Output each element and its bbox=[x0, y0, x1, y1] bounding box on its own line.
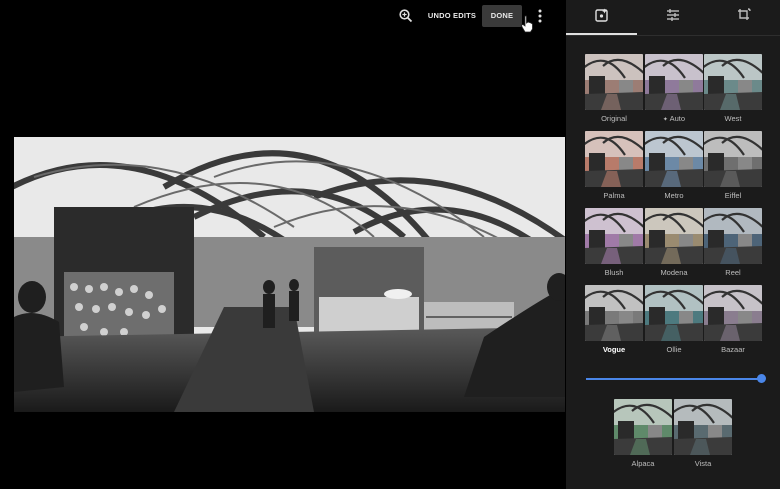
filter-auto[interactable]: ✦ Auto bbox=[645, 54, 703, 123]
filter-label: Ollie bbox=[645, 345, 703, 354]
filter-label-text: Vogue bbox=[602, 345, 626, 354]
filter-label-text: Original bbox=[601, 114, 627, 123]
slider-knob[interactable] bbox=[757, 374, 766, 383]
tab-filters[interactable] bbox=[566, 0, 637, 35]
tab-adjust[interactable] bbox=[637, 0, 708, 35]
filter-label: Bazaar bbox=[704, 345, 762, 354]
filter-thumbnail bbox=[674, 399, 732, 455]
filter-label: Modena bbox=[645, 268, 703, 277]
filter-label-text: Alpaca bbox=[631, 459, 655, 468]
filter-label: West bbox=[704, 114, 762, 123]
filter-thumbnail bbox=[645, 131, 703, 187]
filter-label-text: Auto bbox=[669, 114, 686, 123]
filter-thumbnail bbox=[585, 285, 643, 341]
filter-label-text: Vista bbox=[694, 459, 712, 468]
filter-thumbnail bbox=[704, 54, 762, 110]
filter-eiffel[interactable]: Eiffel bbox=[704, 131, 762, 200]
filter-label: Eiffel bbox=[704, 191, 762, 200]
filter-label: Vogue bbox=[585, 345, 643, 354]
auto-fix-icon: ✦ bbox=[662, 117, 670, 123]
filter-thumbnail bbox=[704, 285, 762, 341]
tune-icon bbox=[666, 8, 680, 27]
filter-bazaar[interactable]: Bazaar bbox=[704, 285, 762, 354]
filter-ollie[interactable]: Ollie bbox=[645, 285, 703, 354]
filter-label: Metro bbox=[645, 191, 703, 200]
filter-thumbnail bbox=[704, 131, 762, 187]
undo-edits-button[interactable]: UNDO EDITS bbox=[424, 5, 480, 27]
filter-label: ✦ Auto bbox=[645, 114, 703, 123]
filter-label: Vista bbox=[674, 459, 732, 468]
filter-alpaca[interactable]: Alpaca bbox=[614, 399, 672, 468]
filter-label-text: Modena bbox=[660, 268, 688, 277]
filter-vogue[interactable]: Vogue bbox=[585, 285, 643, 354]
filter-label: Alpaca bbox=[614, 459, 672, 468]
done-button[interactable]: DONE bbox=[482, 5, 522, 27]
filter-original[interactable]: Original bbox=[585, 54, 643, 123]
filter-label: Palma bbox=[585, 191, 643, 200]
filter-thumbnail bbox=[645, 54, 703, 110]
filter-label-text: Palma bbox=[603, 191, 625, 200]
filter-reel[interactable]: Reel bbox=[704, 208, 762, 277]
filter-modena[interactable]: Modena bbox=[645, 208, 703, 277]
filter-label: Original bbox=[585, 114, 643, 123]
filter-label-text: Reel bbox=[725, 268, 741, 277]
filter-intensity-slider[interactable] bbox=[586, 378, 762, 380]
filter-metro[interactable]: Metro bbox=[645, 131, 703, 200]
filter-thumbnail bbox=[585, 54, 643, 110]
filter-label-text: Metro bbox=[664, 191, 684, 200]
filter-thumbnail bbox=[614, 399, 672, 455]
filter-label: Reel bbox=[704, 268, 762, 277]
panel-divider bbox=[566, 35, 780, 36]
filter-thumbnail bbox=[645, 285, 703, 341]
top-toolbar: UNDO EDITS DONE bbox=[0, 0, 566, 33]
panorama-photo[interactable] bbox=[14, 137, 565, 412]
filter-thumbnail bbox=[645, 208, 703, 264]
crop-rotate-icon bbox=[737, 8, 751, 27]
filter-palma[interactable]: Palma bbox=[585, 131, 643, 200]
filter-label-text: Bazaar bbox=[721, 345, 745, 354]
photo-filter-icon bbox=[594, 8, 609, 27]
tab-crop[interactable] bbox=[708, 0, 779, 35]
filter-label-text: Blush bbox=[604, 268, 624, 277]
filter-blush[interactable]: Blush bbox=[585, 208, 643, 277]
filter-label-text: Ollie bbox=[666, 345, 682, 354]
hand-pointer-icon bbox=[520, 15, 534, 33]
filter-west[interactable]: West bbox=[704, 54, 762, 123]
edit-panel: Original ✦ Auto West Palma Metro Eiffel Blush M… bbox=[566, 0, 780, 489]
filter-label-text: Eiffel bbox=[724, 191, 742, 200]
filter-thumbnail bbox=[585, 131, 643, 187]
filter-thumbnail bbox=[704, 208, 762, 264]
filter-label: Blush bbox=[585, 268, 643, 277]
filter-thumbnail bbox=[585, 208, 643, 264]
zoom-in-icon[interactable] bbox=[396, 6, 416, 26]
filter-label-text: West bbox=[724, 114, 742, 123]
filter-vista[interactable]: Vista bbox=[674, 399, 732, 468]
